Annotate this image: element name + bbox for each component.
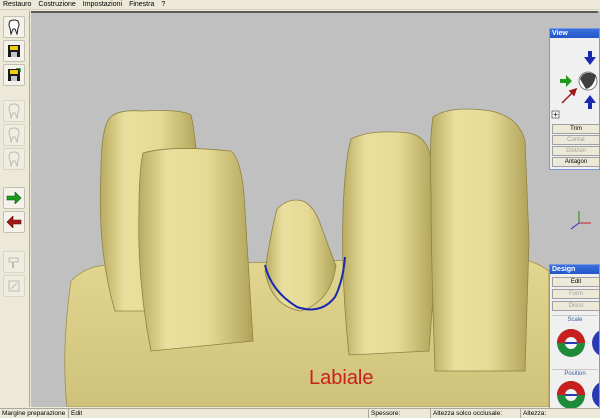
arrow-right-view-icon[interactable] xyxy=(560,75,572,87)
view-panel: View Trim Contat Dist/sin Antagon xyxy=(549,28,600,170)
dental-model-render xyxy=(64,108,549,407)
mill-tool-button[interactable] xyxy=(3,251,25,273)
menu-help[interactable]: ? xyxy=(161,0,165,9)
arrow-diagonal-view-icon[interactable] xyxy=(561,87,578,104)
tooth-icon xyxy=(8,19,20,35)
ring-outer xyxy=(592,330,599,356)
scale-group-label: Scale xyxy=(552,315,598,323)
antagonist-button[interactable]: Antagon xyxy=(552,157,600,167)
contact-button[interactable]: Contat xyxy=(552,135,600,145)
open-button[interactable] xyxy=(3,40,25,62)
tooth-right-front xyxy=(342,131,436,356)
menu-costruzione[interactable]: Costruzione xyxy=(38,0,75,9)
next-step-button[interactable] xyxy=(3,187,25,209)
tooth-view-2-button[interactable] xyxy=(3,124,25,146)
arrow-left-icon xyxy=(6,216,22,228)
menu-bar: Restauro Costruzione Impostazioni Finest… xyxy=(0,0,600,10)
drill-icon xyxy=(8,257,19,268)
tooth-outline-icon xyxy=(8,151,20,167)
distance-button[interactable]: Dist/sin xyxy=(552,146,600,156)
menu-restauro[interactable]: Restauro xyxy=(3,0,31,9)
position-ring-control-2[interactable] xyxy=(590,379,600,410)
previous-step-button[interactable] xyxy=(3,211,25,233)
left-toolbar xyxy=(0,11,30,407)
trim-button[interactable]: Trim xyxy=(552,124,600,134)
status-occlusal-height: Altezza solco occlusale: xyxy=(430,409,520,418)
prepared-stump xyxy=(264,199,337,312)
tooth-right-back xyxy=(429,108,530,372)
tooth-left-front xyxy=(138,148,254,352)
scale-ring-control-2[interactable] xyxy=(590,327,600,359)
form-button[interactable]: Form xyxy=(552,289,599,299)
position-group-label: Position xyxy=(552,369,598,377)
arrow-right-icon xyxy=(6,192,22,204)
status-action: Edit xyxy=(68,409,368,418)
tooth-outline-icon xyxy=(8,103,20,119)
ring-outer xyxy=(592,382,599,408)
edit-button[interactable]: Edit xyxy=(552,277,599,287)
labial-label: Labiale xyxy=(309,367,374,389)
view-orientation-control[interactable] xyxy=(550,39,599,119)
save-button[interactable] xyxy=(3,64,25,86)
block-icon xyxy=(8,280,20,292)
tooth-outline-icon xyxy=(8,127,20,143)
arrow-down-view-icon[interactable] xyxy=(584,95,596,109)
position-ring-control[interactable] xyxy=(555,379,587,410)
new-tooth-button[interactable] xyxy=(3,16,25,38)
status-mode: Margine preparazione xyxy=(2,410,66,417)
disk-save-icon xyxy=(8,68,21,81)
status-bar: Margine preparazione Edit Spessore: Alte… xyxy=(0,408,600,418)
design-panel-title: Design xyxy=(550,265,599,274)
export-button[interactable] xyxy=(3,275,25,297)
ring-bar-icon xyxy=(565,394,577,396)
menu-finestra[interactable]: Finestra xyxy=(129,0,154,9)
design-panel: Design Edit Form Disco Scale Position xyxy=(549,264,600,410)
disc-button[interactable]: Disco xyxy=(552,301,599,311)
scale-ring-control[interactable] xyxy=(555,327,587,359)
3d-viewport[interactable]: Labiale xyxy=(31,11,549,407)
arrow-up-view-icon[interactable] xyxy=(584,51,596,65)
view-panel-title: View xyxy=(550,29,599,38)
tooth-view-3-button[interactable] xyxy=(3,148,25,170)
status-thickness: Spessore: xyxy=(368,409,430,418)
status-height: Altezza: xyxy=(520,409,600,418)
tooth-view-1-button[interactable] xyxy=(3,100,25,122)
menu-impostazioni[interactable]: Impostazioni xyxy=(83,0,122,9)
ring-bar-icon xyxy=(565,342,577,344)
disk-open-icon xyxy=(8,45,20,57)
